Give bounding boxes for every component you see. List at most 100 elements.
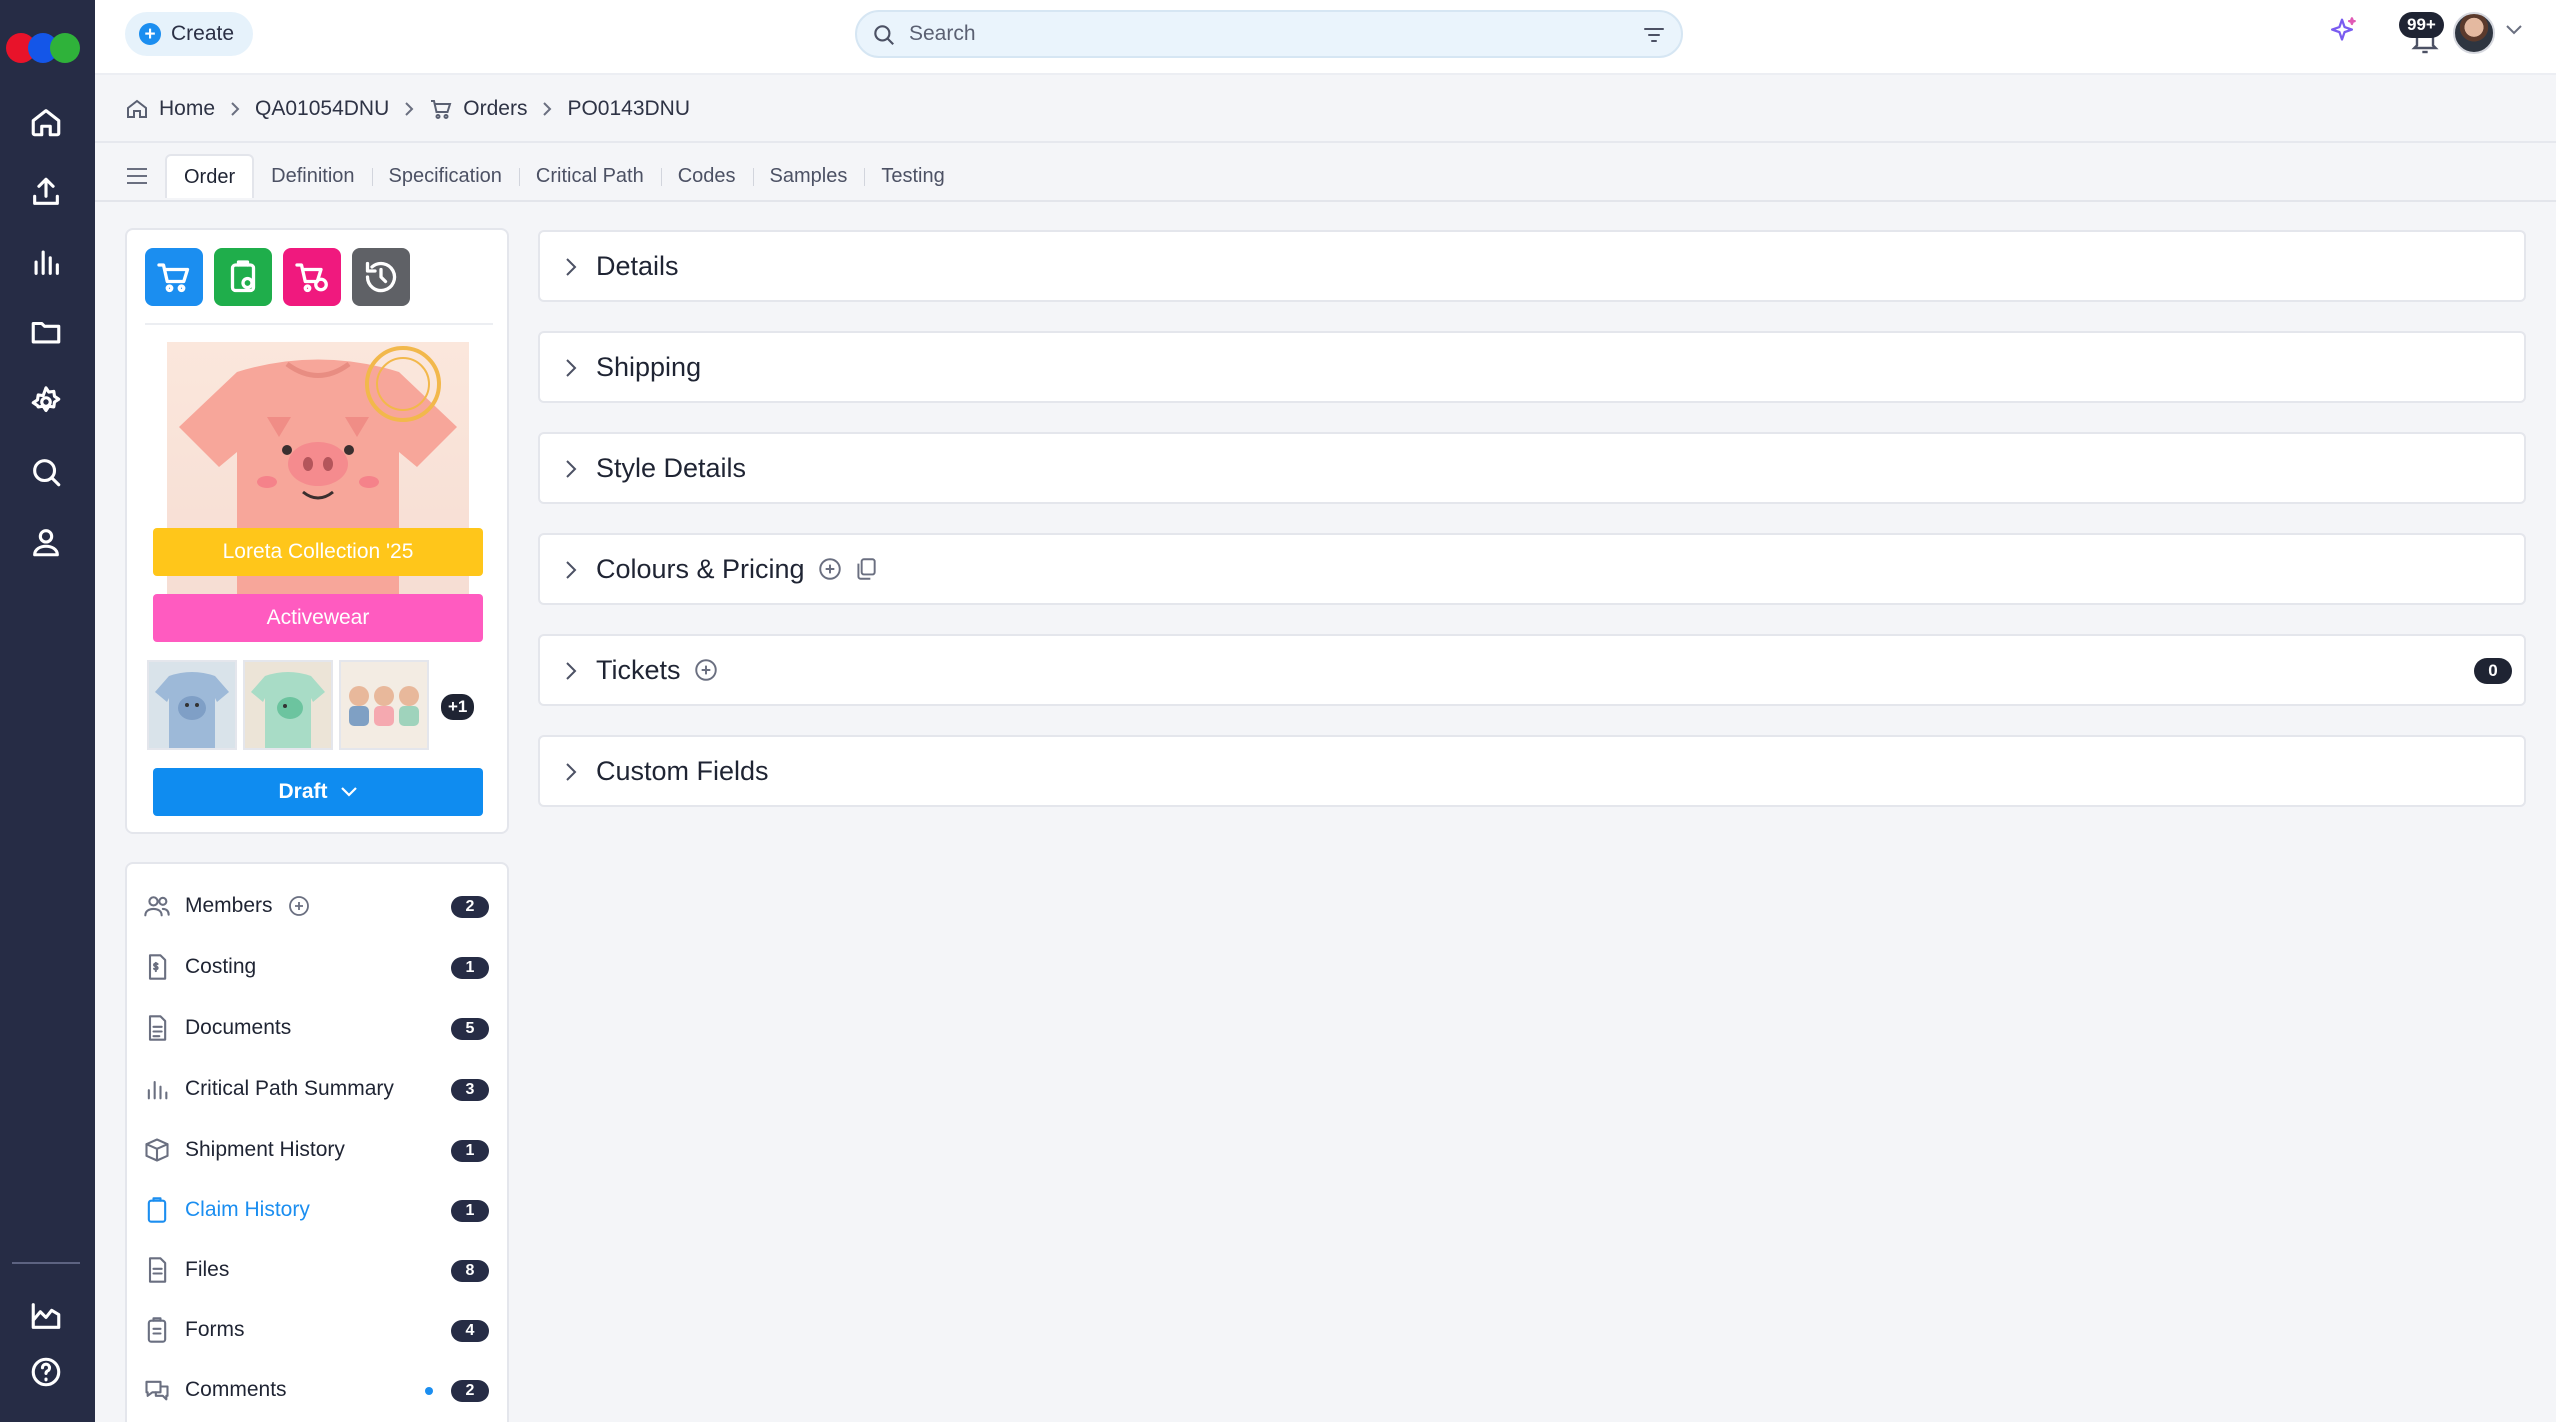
breadcrumb-home-label: Home <box>159 97 216 120</box>
box-icon <box>143 1136 171 1164</box>
count-badge: 8 <box>451 1260 489 1282</box>
orders-quick-action[interactable] <box>145 248 203 306</box>
cart-return-icon <box>295 263 328 293</box>
returns-quick-action[interactable] <box>283 248 341 306</box>
rail-analytics-button[interactable] <box>22 1292 70 1340</box>
count-badge: 1 <box>451 1200 489 1222</box>
tab-codes[interactable]: Codes <box>660 154 753 198</box>
rail-profile-button[interactable] <box>22 518 70 566</box>
clipboard-icon <box>143 1196 171 1224</box>
plus-circle-icon[interactable] <box>817 556 843 582</box>
breadcrumb-project[interactable]: QA01054DNU <box>255 97 389 121</box>
copy-icon[interactable] <box>853 556 879 582</box>
rail-reports-button[interactable] <box>22 238 70 286</box>
babies-photo-illustration <box>341 662 427 748</box>
menu-item-forms[interactable]: Forms 4 <box>143 1308 495 1352</box>
product-thumbnail[interactable] <box>339 660 429 750</box>
document-icon <box>143 1014 171 1042</box>
menu-item-members[interactable]: Members 2 <box>143 884 495 928</box>
rail-settings-button[interactable] <box>22 378 70 426</box>
divider <box>145 323 493 325</box>
search-input[interactable] <box>909 22 1609 46</box>
tab-samples[interactable]: Samples <box>752 154 865 198</box>
section-details[interactable]: Details <box>538 230 2526 302</box>
create-button[interactable]: + Create <box>125 12 253 56</box>
search-icon <box>33 459 61 487</box>
menu-icon[interactable] <box>125 166 149 186</box>
tab-critical-path[interactable]: Critical Path <box>518 154 661 198</box>
more-images-badge[interactable]: +1 <box>441 694 475 720</box>
menu-item-critical-path-summary[interactable]: Critical Path Summary 3 <box>143 1067 495 1111</box>
section-title: Colours & Pricing <box>596 553 805 584</box>
filter-icon[interactable] <box>1641 23 1667 47</box>
section-title: Style Details <box>596 452 747 483</box>
avatar[interactable] <box>2453 12 2495 54</box>
tab-bar: Order Definition Specification Critical … <box>125 154 962 198</box>
section-tickets[interactable]: Tickets 0 <box>538 634 2526 706</box>
tab-definition[interactable]: Definition <box>254 154 371 198</box>
breadcrumb-orders[interactable]: Orders <box>429 97 527 121</box>
menu-item-documents[interactable]: Documents 5 <box>143 1006 495 1050</box>
count-badge: 3 <box>451 1079 489 1101</box>
section-custom-fields[interactable]: Custom Fields <box>538 735 2526 807</box>
collection-tag[interactable]: Loreta Collection '25 <box>153 528 483 576</box>
tab-order[interactable]: Order <box>165 154 255 198</box>
settings-icon <box>31 386 61 413</box>
menu-item-costing[interactable]: Costing 1 <box>143 945 495 989</box>
app-logo[interactable] <box>6 33 84 63</box>
menu-item-label: Shipment History <box>185 1138 345 1161</box>
section-style-details[interactable]: Style Details <box>538 432 2526 504</box>
menu-item-shipment-history[interactable]: Shipment History 1 <box>143 1128 495 1172</box>
search-bar <box>855 10 1683 58</box>
tab-specification[interactable]: Specification <box>371 154 519 198</box>
chevron-right-icon <box>543 102 552 116</box>
breadcrumb-home[interactable]: Home <box>125 97 215 121</box>
menu-item-files[interactable]: Files 8 <box>143 1248 495 1292</box>
breadcrumb-order[interactable]: PO0143DNU <box>567 97 690 121</box>
chevron-down-icon[interactable] <box>2505 24 2523 36</box>
ai-sparkle-icon[interactable] <box>2325 14 2359 48</box>
section-title: Shipping <box>596 351 702 382</box>
chevron-right-icon <box>566 460 577 478</box>
count-badge: 5 <box>451 1018 489 1040</box>
analytics-icon <box>31 1303 61 1329</box>
history-icon <box>365 261 397 293</box>
rail-folders-button[interactable] <box>22 308 70 356</box>
form-icon <box>143 1316 171 1344</box>
notifications-button[interactable]: 99+ <box>2395 12 2459 60</box>
home-icon <box>31 109 61 137</box>
menu-item-comments[interactable]: Comments 2 <box>143 1368 495 1412</box>
section-shipping[interactable]: Shipping <box>538 331 2526 403</box>
tab-testing[interactable]: Testing <box>864 154 961 198</box>
home-icon <box>127 99 147 118</box>
history-quick-action[interactable] <box>352 248 410 306</box>
comments-icon <box>143 1376 171 1404</box>
rail-home-button[interactable] <box>22 98 70 146</box>
claims-quick-action[interactable] <box>214 248 272 306</box>
bar-chart-icon <box>143 1075 171 1103</box>
status-dropdown[interactable]: Draft <box>153 768 483 816</box>
section-colours-pricing[interactable]: Colours & Pricing <box>538 533 2526 605</box>
menu-item-label: Members <box>185 894 273 917</box>
breadcrumb: Home QA01054DNU Orders PO0143DNU <box>125 94 690 124</box>
chevron-right-icon <box>231 102 240 116</box>
left-rail <box>0 0 95 1422</box>
count-badge: 4 <box>451 1320 489 1342</box>
plus-circle-icon[interactable] <box>287 894 311 918</box>
rail-upload-button[interactable] <box>22 168 70 216</box>
menu-item-claim-history[interactable]: Claim History 1 <box>143 1188 495 1232</box>
product-card: Loreta Collection '25 Activewear +1 Draf… <box>125 228 509 834</box>
upload-icon <box>33 177 59 205</box>
rail-search-button[interactable] <box>22 448 70 496</box>
rail-help-button[interactable] <box>22 1348 70 1396</box>
chevron-right-icon <box>566 561 577 579</box>
status-label: Draft <box>278 780 328 803</box>
plus-circle-icon[interactable] <box>693 657 719 683</box>
chevron-right-icon <box>566 662 577 680</box>
category-tag[interactable]: Activewear <box>153 594 483 642</box>
product-thumbnail[interactable] <box>243 660 333 750</box>
tickets-count-badge: 0 <box>2474 658 2512 684</box>
top-bar: + Create 99+ <box>95 0 2556 75</box>
product-thumbnail[interactable] <box>147 660 237 750</box>
breadcrumb-order-label: PO0143DNU <box>567 97 691 120</box>
